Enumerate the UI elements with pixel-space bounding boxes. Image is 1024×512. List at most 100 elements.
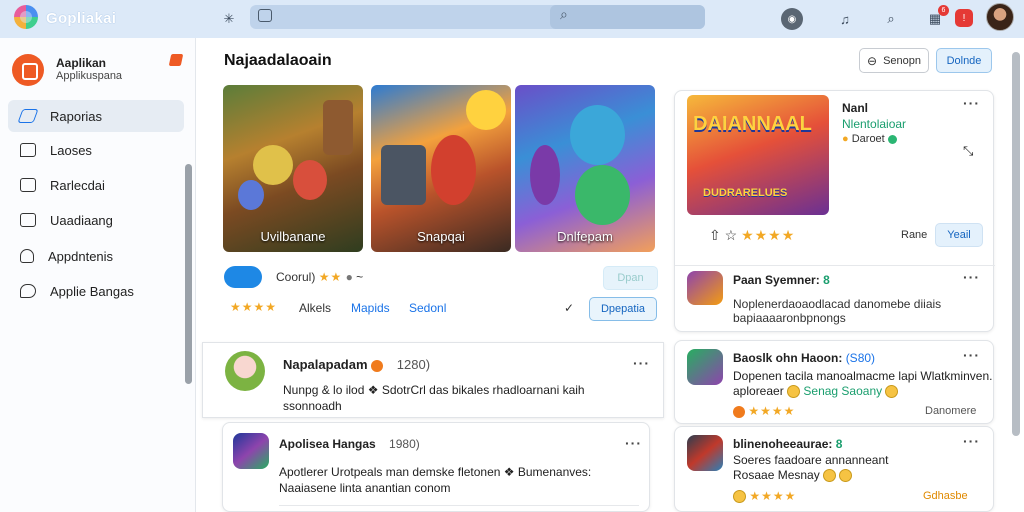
app-title: Gopliakai: [46, 10, 117, 27]
rating-row: ★★★★: [230, 300, 278, 314]
feature-banner[interactable]: DAIANNAAL DUDRARELUES: [687, 95, 829, 215]
app-icon[interactable]: [687, 349, 723, 385]
app-icon[interactable]: [687, 271, 723, 305]
checkmark-icon[interactable]: ✓: [564, 301, 574, 315]
post-title: Napalapadam 1280): [283, 357, 431, 372]
search-field-highlight[interactable]: [550, 5, 705, 29]
page-title: Najaadalaoain: [224, 52, 332, 69]
side-post-body: Noplenerdaoaodlacad danomebe diiais: [733, 297, 942, 311]
bubble-icon: [20, 284, 36, 298]
sidebar: Aaplikan Applikuspana Raporias Laoses Ra…: [0, 38, 196, 512]
sidebar-item-appdntenis[interactable]: Appdntenis: [8, 240, 184, 272]
sidebar-item-uaadiaang[interactable]: Uaadiaang: [8, 204, 184, 236]
header-outline-button-label: Senopn: [883, 54, 921, 67]
sidebar-item-label: Uaadiaang: [50, 212, 113, 228]
side-post-rating: ★★★★: [733, 404, 795, 418]
sidebar-item-raporias[interactable]: Raporias: [8, 100, 184, 132]
sidebar-item-label: Rarlecdai: [50, 177, 105, 193]
search-icon-secondary[interactable]: ⌕: [880, 8, 902, 30]
search-icon[interactable]: ⌕: [560, 6, 568, 23]
app-icon[interactable]: [224, 266, 262, 288]
side-post-body: Rosaae Mesnay: [733, 468, 853, 483]
more-options-icon[interactable]: ···: [963, 95, 980, 111]
edit-icon[interactable]: [168, 54, 184, 66]
header-primary-button[interactable]: Dolnde: [936, 48, 992, 73]
sidebar-item-label: Appdntenis: [48, 248, 114, 264]
side-post-body: aploreaer Senag Saoany: [733, 384, 899, 399]
sidebar-item-label: Laoses: [50, 142, 92, 158]
post-body: Nunpg & lo ilod ❖ SdotrCrl das bikales r…: [283, 383, 585, 397]
side-post-body: Soeres faadoare annanneant: [733, 453, 889, 467]
post-body: Naaiasene linta anantian conom: [279, 481, 451, 495]
side-post-body: Dopenen tacila manoalmacme lapi Wlatkmin…: [733, 369, 993, 383]
more-options-icon[interactable]: ···: [963, 347, 980, 363]
side-feature-card: DAIANNAAL DUDRARELUES Nanl Nlentolaioar …: [674, 90, 995, 332]
post-avatar[interactable]: [225, 351, 265, 391]
main-scrollbar[interactable]: [1012, 52, 1020, 436]
folder-icon: [20, 213, 36, 227]
refresh-icon: ⊖: [867, 53, 878, 68]
side-post-title: blinenoheeaurae: 8: [733, 437, 843, 451]
expand-icon[interactable]: ⤡: [963, 143, 973, 159]
post-card: Apolisea Hangas 1980) ··· Apotlerer Urot…: [222, 422, 650, 512]
profile-name: Aaplikan: [56, 56, 107, 70]
side-post-footer: Gdhasbe: [923, 490, 968, 502]
featured-action-button[interactable]: Dpepatia: [589, 297, 657, 321]
thumbnail-label: Dnlfepam: [557, 229, 613, 244]
feature-button[interactable]: Yeail: [935, 223, 983, 247]
more-options-icon[interactable]: ···: [963, 433, 980, 449]
link-sedonl[interactable]: Sedonl: [409, 301, 446, 315]
header-outline-button[interactable]: ⊖ Senopn: [859, 48, 929, 73]
game-thumbnail[interactable]: Uvilbanane: [223, 85, 363, 252]
sidebar-item-applie-bangas[interactable]: Applie Bangas: [8, 275, 184, 307]
profile-avatar[interactable]: [12, 54, 44, 86]
pencil-icon: [17, 109, 39, 123]
app-icon[interactable]: [233, 433, 269, 469]
sidebar-item-laoses[interactable]: Laoses: [8, 134, 184, 166]
game-thumbnail[interactable]: Snapqai: [371, 85, 511, 252]
side-post-card: Baoslk ohn Haoon: (S80) ··· Dopenen taci…: [674, 340, 994, 424]
globe-icon[interactable]: ◉: [781, 8, 803, 30]
profile-subtitle: Applikuspana: [56, 70, 123, 82]
chat-icon: [20, 143, 36, 157]
app-logo[interactable]: [14, 5, 38, 29]
top-bar: Gopliakai ✳ ⌕ ◉ ♫ ⌕ ▦ 6 !: [0, 0, 1024, 38]
link-mapids[interactable]: Mapids: [351, 301, 390, 315]
post-body: Apotlerer Urotpeals man demske fletonen …: [279, 465, 592, 479]
post-body: ssonnoadh: [283, 399, 342, 413]
post-title: Apolisea Hangas 1980): [279, 437, 420, 451]
sidebar-item-rarlecdai[interactable]: Rarlecdai: [8, 169, 184, 201]
pencil-square-icon: [20, 178, 36, 192]
app-icon[interactable]: [687, 435, 723, 471]
feature-row-label: Rane: [901, 229, 928, 241]
post-card: Napalapadam 1280) ··· Nunpg & lo ilod ❖ …: [202, 342, 664, 418]
info-icon: ●: [345, 270, 353, 284]
search-input[interactable]: [250, 5, 705, 29]
sparkle-icon[interactable]: ✳: [218, 8, 240, 30]
more-options-icon[interactable]: ···: [625, 435, 642, 451]
link-alkels[interactable]: Alkels: [299, 301, 331, 315]
feature-subtitle: Nlentolaioar: [842, 117, 907, 131]
document-icon[interactable]: [258, 9, 272, 22]
side-post-title: Paan Syemner: 8: [733, 273, 830, 287]
side-post-footer: Danomere: [925, 405, 977, 417]
person-icon: [20, 249, 34, 263]
notification-bell-icon[interactable]: ♫: [834, 8, 856, 30]
sidebar-scrollbar[interactable]: [185, 164, 192, 384]
side-post-card: blinenoheeaurae: 8 ··· Soeres faadoare a…: [674, 426, 994, 512]
side-post-rating: ★★★★: [733, 489, 796, 504]
user-avatar[interactable]: [986, 3, 1014, 31]
more-options-icon[interactable]: ···: [633, 355, 650, 371]
banner-subtext: DUDRARELUES: [703, 187, 788, 199]
banner-text: DAIANNAAL: [693, 113, 812, 135]
alert-icon[interactable]: !: [955, 9, 973, 27]
disabled-button[interactable]: Dpan: [603, 266, 658, 290]
notification-badge: 6: [938, 5, 949, 16]
sidebar-item-label: Raporias: [50, 108, 103, 124]
thumbnail-label: Uvilbanane: [260, 229, 326, 244]
more-options-icon[interactable]: ···: [963, 269, 980, 285]
featured-meta-label: Coorul) ★★ ● ~: [276, 270, 364, 284]
rating-stars: ★★: [318, 270, 343, 284]
feature-rating[interactable]: ⇧ ☆ ★★★★: [709, 227, 795, 244]
game-thumbnail[interactable]: Dnlfepam: [515, 85, 655, 252]
